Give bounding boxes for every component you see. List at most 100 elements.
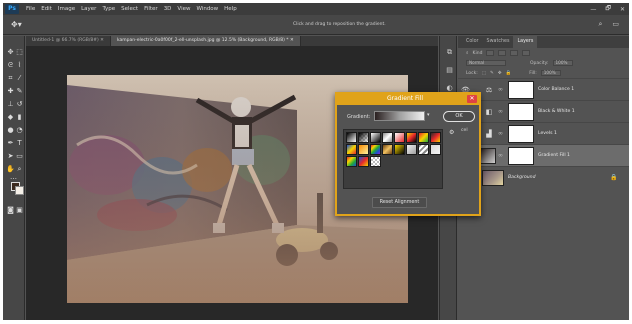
shape-tool-icon[interactable]: ▭	[15, 152, 24, 160]
menu-help[interactable]: Help	[221, 6, 240, 12]
workspace-icon[interactable]: ▭	[612, 20, 619, 29]
marquee-tool-icon[interactable]: ⬚	[15, 48, 24, 56]
preset-swatch[interactable]	[382, 132, 393, 143]
menu-file[interactable]: File	[23, 6, 38, 12]
menu-type[interactable]: Type	[99, 6, 118, 12]
blend-mode-select[interactable]: Normal	[466, 60, 506, 66]
preset-swatch[interactable]	[358, 132, 369, 143]
history-brush-icon[interactable]: ↺	[15, 100, 24, 108]
preset-swatch[interactable]	[394, 144, 405, 155]
preset-swatch[interactable]	[430, 144, 441, 155]
chevron-down-icon[interactable]: ▾	[427, 112, 432, 120]
layer-mask-thumb[interactable]	[508, 80, 534, 99]
preset-swatch[interactable]	[382, 144, 393, 155]
reset-alignment-button[interactable]: Reset Alignment	[372, 197, 427, 208]
quick-select-icon[interactable]: ⌇	[15, 61, 24, 69]
properties-icon[interactable]: ▤	[445, 66, 454, 75]
menu-filter[interactable]: Filter	[141, 6, 161, 12]
preset-swatch[interactable]	[406, 144, 417, 155]
pen-tool-icon[interactable]: ✒	[6, 139, 15, 147]
move-tool-icon[interactable]: ✥▾	[11, 20, 22, 29]
layer-black-white[interactable]: 👁 ◧ ∞ Black & White 1	[458, 100, 629, 122]
eraser-icon[interactable]: ◆	[6, 113, 15, 121]
search-icon[interactable]: ⌕	[598, 20, 602, 29]
link-icon[interactable]: ∞	[498, 130, 503, 137]
lasso-tool-icon[interactable]: ᘓ	[6, 61, 15, 69]
cancel-button[interactable]: cel	[461, 128, 468, 133]
fill-input[interactable]: 100%	[540, 70, 561, 76]
gradient-tool-icon[interactable]: ▮	[15, 113, 24, 121]
layer-color-balance[interactable]: 👁 ⚖ ∞ Color Balance 1	[458, 78, 629, 100]
layer-gradient-fill[interactable]: 👁 ∞ Gradient Fill 1	[458, 144, 629, 166]
preset-swatch[interactable]	[358, 144, 369, 155]
tab-photo[interactable]: kampan-electric-0a0f00f_2-ell-unsplash.j…	[110, 36, 301, 46]
preset-swatch[interactable]	[346, 156, 357, 167]
preset-swatch[interactable]	[346, 132, 357, 143]
lock-pixels-icon[interactable]: ⬚	[482, 71, 486, 76]
history-icon[interactable]: ⧉	[445, 48, 454, 57]
layer-background[interactable]: 👁 Background 🔒	[458, 166, 629, 188]
dialog-titlebar[interactable]: Gradient Fill ✕	[337, 94, 479, 105]
preset-swatch[interactable]	[358, 156, 369, 167]
gradient-preview[interactable]	[374, 111, 425, 121]
preset-swatch[interactable]	[370, 132, 381, 143]
gear-icon[interactable]: ⚙	[449, 129, 454, 136]
preset-swatch[interactable]	[394, 132, 405, 143]
more-tools-icon[interactable]: …	[9, 173, 18, 181]
lock-position-icon[interactable]: ✥	[498, 71, 502, 76]
filter-shape-icon[interactable]	[522, 50, 531, 56]
filter-pixel-icon[interactable]	[486, 50, 495, 56]
hand-tool-icon[interactable]: ✋	[6, 165, 15, 173]
zoom-tool-icon[interactable]: ⌕	[15, 165, 24, 173]
minimize-button[interactable]: —	[590, 6, 596, 13]
menu-view[interactable]: View	[174, 6, 193, 12]
filter-type-icon[interactable]	[510, 50, 519, 56]
eyedropper-icon[interactable]: ⁄	[15, 74, 24, 82]
kind-filter[interactable]: Kind	[473, 51, 483, 56]
menu-layer[interactable]: Layer	[78, 6, 99, 12]
tab-color[interactable]: Color	[462, 36, 483, 48]
link-icon[interactable]: ∞	[498, 152, 503, 159]
link-icon[interactable]: ∞	[498, 86, 503, 93]
clone-stamp-icon[interactable]: ⊥	[6, 100, 15, 108]
background-thumbnail[interactable]	[482, 169, 504, 186]
preset-swatch[interactable]	[370, 156, 381, 167]
quick-mask-icon[interactable]: ◙	[6, 206, 15, 214]
menu-select[interactable]: Select	[118, 6, 141, 12]
screen-mode-icon[interactable]: ▣	[15, 206, 24, 214]
blur-tool-icon[interactable]: ●	[6, 126, 15, 134]
tab-swatches[interactable]: Swatches	[483, 36, 514, 48]
restore-button[interactable]: 🗗	[605, 4, 611, 14]
menu-edit[interactable]: Edit	[38, 6, 55, 12]
background-color-swatch[interactable]	[15, 186, 24, 195]
preset-swatch[interactable]	[346, 144, 357, 155]
link-icon[interactable]: ∞	[498, 108, 503, 115]
layer-mask-thumb[interactable]	[508, 124, 534, 143]
tab-untitled[interactable]: Untitled-1 @ 66.7% (RGB/8#) ✕	[26, 36, 111, 46]
tab-layers[interactable]: Layers	[513, 36, 538, 48]
layer-levels[interactable]: 👁 ▟ ∞ Levels 1	[458, 122, 629, 144]
dialog-close-button[interactable]: ✕	[467, 95, 477, 103]
healing-brush-icon[interactable]: ✚	[6, 87, 15, 95]
close-window-button[interactable]: ✕	[620, 6, 625, 13]
brush-tool-icon[interactable]: ✎	[15, 87, 24, 95]
menu-window[interactable]: Window	[193, 6, 221, 12]
dodge-tool-icon[interactable]: ◔	[15, 126, 24, 134]
path-select-icon[interactable]: ➤	[6, 152, 15, 160]
preset-swatch[interactable]	[418, 144, 429, 155]
lock-paint-icon[interactable]: ✎	[490, 71, 494, 76]
menu-3d[interactable]: 3D	[161, 6, 175, 12]
crop-tool-icon[interactable]: ⌗	[6, 74, 15, 82]
preset-swatch[interactable]	[370, 144, 381, 155]
type-tool-icon[interactable]: T	[15, 139, 24, 147]
preset-swatch[interactable]	[406, 132, 417, 143]
preset-swatch[interactable]	[430, 132, 441, 143]
opacity-input[interactable]: 100%	[552, 60, 573, 66]
ok-button[interactable]: OK	[443, 111, 475, 122]
layer-mask-thumb[interactable]	[508, 102, 534, 121]
filter-adjust-icon[interactable]	[498, 50, 507, 56]
layer-mask-thumb[interactable]	[508, 146, 534, 165]
move-tool-icon[interactable]: ✥	[6, 48, 15, 56]
menu-image[interactable]: Image	[55, 6, 78, 12]
preset-swatch[interactable]	[418, 132, 429, 143]
